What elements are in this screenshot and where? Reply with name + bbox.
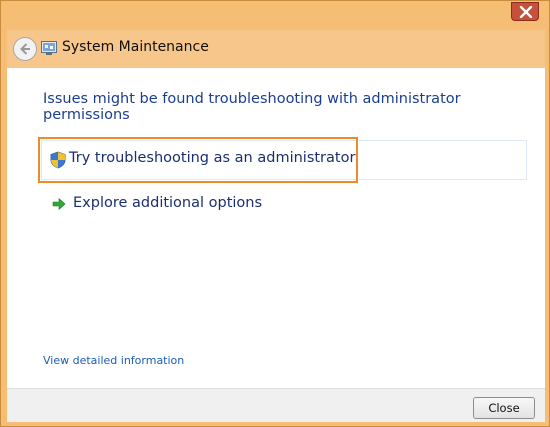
view-detailed-information-link[interactable]: View detailed information	[43, 354, 184, 367]
window-title: System Maintenance	[62, 39, 209, 55]
green-arrow-icon	[52, 197, 66, 211]
explore-options-link[interactable]: Explore additional options	[73, 195, 262, 211]
window-close-button[interactable]	[511, 2, 539, 21]
dialog-window: System Maintenance Issues might be found…	[0, 0, 550, 427]
back-arrow-icon	[20, 43, 30, 55]
close-button[interactable]: Close	[473, 397, 535, 419]
wizard-header: System Maintenance	[7, 30, 545, 68]
highlight-box	[38, 137, 358, 183]
page-heading: Issues might be found troubleshooting wi…	[43, 91, 461, 123]
footer-bar: Close	[7, 388, 545, 422]
troubleshooter-icon	[41, 41, 57, 55]
close-icon	[519, 6, 533, 18]
back-button[interactable]	[13, 37, 37, 61]
content-area: Issues might be found troubleshooting wi…	[7, 68, 545, 388]
